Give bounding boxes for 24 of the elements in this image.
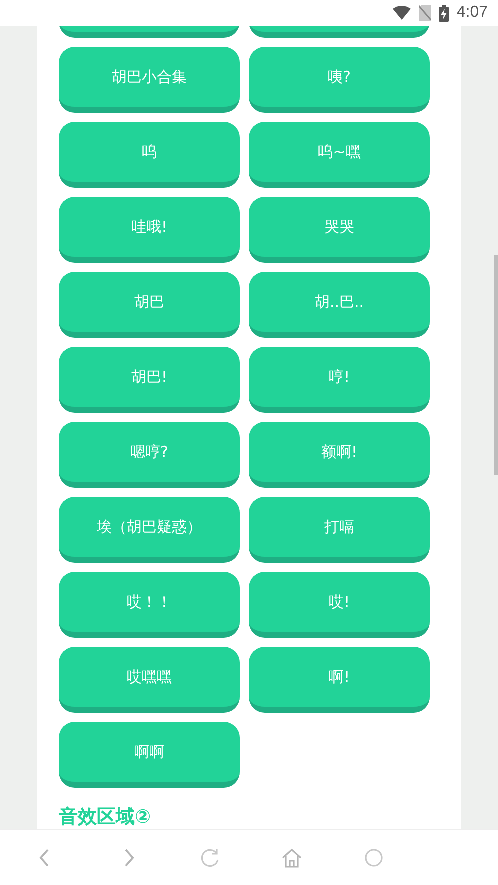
sound-button[interactable]: 胡巴 [59, 272, 240, 338]
sound-button[interactable]: 额啊! [249, 422, 430, 488]
sound-button[interactable]: 啊啊 [59, 722, 240, 788]
sound-button[interactable]: 胡..巴.. [249, 272, 430, 338]
clock: 4:07 [456, 4, 488, 22]
sound-button[interactable]: 咦? [249, 47, 430, 113]
sound-button[interactable]: 啊! [249, 647, 430, 713]
sound-button[interactable]: 哼! [249, 347, 430, 413]
sound-button[interactable]: 胡巴! [59, 347, 240, 413]
section-heading: 音效区域② [59, 805, 152, 829]
sound-button[interactable]: 呜 [59, 122, 240, 188]
sound-button[interactable]: 哎! [249, 572, 430, 638]
sound-button[interactable]: 打嗝 [249, 497, 430, 563]
sound-button[interactable]: 哇哦! [59, 197, 240, 263]
sound-button[interactable]: 哭哭 [249, 197, 430, 263]
no-sim-icon [418, 5, 431, 21]
sound-button[interactable]: 哎！！ [59, 572, 240, 638]
sound-button[interactable]: 埃（胡巴疑惑） [59, 497, 240, 563]
wifi-icon [392, 6, 411, 20]
sound-button[interactable]: 嗯哼? [59, 422, 240, 488]
sound-button[interactable]: 呜~嘿 [249, 122, 430, 188]
sound-button[interactable]: 胡巴小合集 [59, 47, 240, 113]
sound-button[interactable]: 哎嘿嘿 [59, 647, 240, 713]
battery-charging-icon [438, 4, 449, 22]
